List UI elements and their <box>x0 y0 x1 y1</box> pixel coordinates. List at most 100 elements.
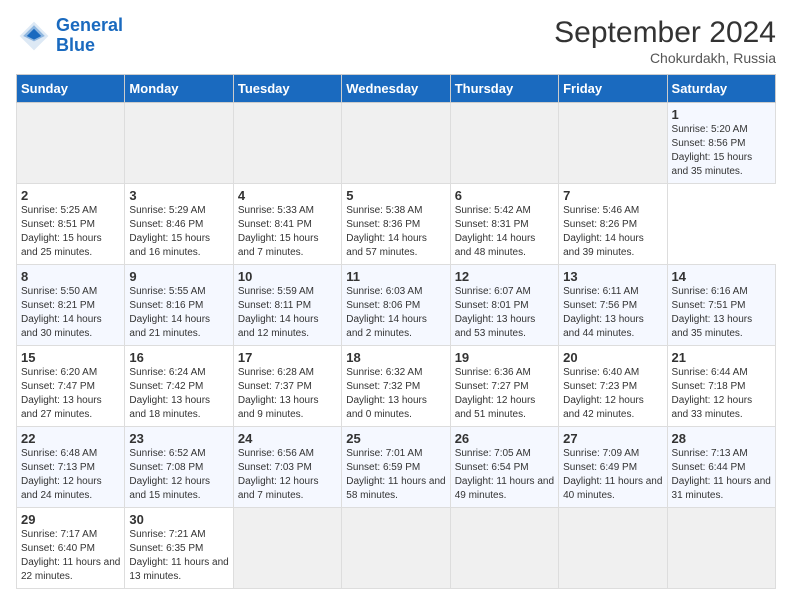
calendar-cell: 6 Sunrise: 5:42 AMSunset: 8:31 PMDaylight… <box>450 184 558 265</box>
day-info: Sunrise: 7:13 AMSunset: 6:44 PMDaylight:… <box>672 448 771 501</box>
calendar-week-row: 22 Sunrise: 6:48 AMSunset: 7:13 PMDayligh… <box>17 427 776 508</box>
logo-icon <box>16 18 52 54</box>
calendar-cell <box>17 103 125 184</box>
calendar-cell: 5Sunrise: 5:38 AMSunset: 8:36 PMDaylight… <box>342 184 450 265</box>
header-thursday: Thursday <box>450 75 558 103</box>
calendar-cell: 17 Sunrise: 6:28 AMSunset: 7:37 PMDayligh… <box>233 346 341 427</box>
header-tuesday: Tuesday <box>233 75 341 103</box>
day-number: 1 <box>672 107 771 122</box>
calendar-cell: 25 Sunrise: 7:01 AMSunset: 6:59 PMDayligh… <box>342 427 450 508</box>
day-number: 18 <box>346 350 445 365</box>
calendar-cell <box>667 508 775 589</box>
calendar-week-row: 2Sunrise: 5:25 AMSunset: 8:51 PMDaylight… <box>17 184 776 265</box>
day-info: Sunrise: 6:52 AMSunset: 7:08 PMDaylight:… <box>129 448 210 501</box>
day-number: 4 <box>238 188 337 203</box>
day-number: 11 <box>346 269 445 284</box>
calendar-week-row: 8Sunrise: 5:50 AMSunset: 8:21 PMDaylight… <box>17 265 776 346</box>
calendar-cell: 14 Sunrise: 6:16 AMSunset: 7:51 PMDayligh… <box>667 265 775 346</box>
day-number: 27 <box>563 431 662 446</box>
calendar-cell: 10 Sunrise: 5:59 AMSunset: 8:11 PMDayligh… <box>233 265 341 346</box>
calendar-cell <box>342 103 450 184</box>
day-info: Sunrise: 6:03 AMSunset: 8:06 PMDaylight:… <box>346 286 427 339</box>
day-number: 6 <box>455 188 554 203</box>
day-info: Sunrise: 6:44 AMSunset: 7:18 PMDaylight:… <box>672 367 753 420</box>
calendar-cell: 13Sunrise: 6:11 AMSunset: 7:56 PMDayligh… <box>559 265 667 346</box>
day-info: Sunrise: 7:17 AMSunset: 6:40 PMDaylight:… <box>21 529 120 582</box>
day-number: 2 <box>21 188 120 203</box>
page-header: GeneralBlue September 2024 Chokurdakh, R… <box>16 16 776 66</box>
calendar-cell: 26 Sunrise: 7:05 AMSunset: 6:54 PMDayligh… <box>450 427 558 508</box>
calendar-cell: 11 Sunrise: 6:03 AMSunset: 8:06 PMDayligh… <box>342 265 450 346</box>
day-info: Sunrise: 6:16 AMSunset: 7:51 PMDaylight:… <box>672 286 753 339</box>
calendar-cell <box>125 103 233 184</box>
day-info: Sunrise: 6:32 AMSunset: 7:32 PMDaylight:… <box>346 367 427 420</box>
day-info: Sunrise: 7:21 AMSunset: 6:35 PMDaylight:… <box>129 529 228 582</box>
day-info: Sunrise: 6:28 AMSunset: 7:37 PMDaylight:… <box>238 367 319 420</box>
day-number: 22 <box>21 431 120 446</box>
calendar-week-row: 15Sunrise: 6:20 AMSunset: 7:47 PMDayligh… <box>17 346 776 427</box>
day-info: Sunrise: 5:29 AMSunset: 8:46 PMDaylight:… <box>129 205 210 258</box>
day-info: Sunrise: 5:59 AMSunset: 8:11 PMDaylight:… <box>238 286 319 339</box>
calendar-cell: 15Sunrise: 6:20 AMSunset: 7:47 PMDayligh… <box>17 346 125 427</box>
day-number: 17 <box>238 350 337 365</box>
calendar-cell: 28 Sunrise: 7:13 AMSunset: 6:44 PMDayligh… <box>667 427 775 508</box>
day-info: Sunrise: 6:56 AMSunset: 7:03 PMDaylight:… <box>238 448 319 501</box>
day-info: Sunrise: 7:01 AMSunset: 6:59 PMDaylight:… <box>346 448 445 501</box>
day-info: Sunrise: 6:07 AMSunset: 8:01 PMDaylight:… <box>455 286 536 339</box>
calendar-cell <box>450 508 558 589</box>
day-info: Sunrise: 5:46 AMSunset: 8:26 PMDaylight:… <box>563 205 644 258</box>
calendar-cell: 1 Sunrise: 5:20 AMSunset: 8:56 PMDaylight… <box>667 103 775 184</box>
page-subtitle: Chokurdakh, Russia <box>554 50 776 66</box>
day-number: 15 <box>21 350 120 365</box>
day-number: 25 <box>346 431 445 446</box>
day-number: 16 <box>129 350 228 365</box>
day-number: 12 <box>455 269 554 284</box>
calendar-cell: 12 Sunrise: 6:07 AMSunset: 8:01 PMDayligh… <box>450 265 558 346</box>
calendar-cell <box>559 103 667 184</box>
day-number: 26 <box>455 431 554 446</box>
day-number: 23 <box>129 431 228 446</box>
day-number: 29 <box>21 512 120 527</box>
header-monday: Monday <box>125 75 233 103</box>
day-info: Sunrise: 5:20 AMSunset: 8:56 PMDaylight:… <box>672 124 753 177</box>
day-info: Sunrise: 7:09 AMSunset: 6:49 PMDaylight:… <box>563 448 662 501</box>
day-number: 21 <box>672 350 771 365</box>
calendar-cell <box>342 508 450 589</box>
calendar-cell: 4 Sunrise: 5:33 AMSunset: 8:41 PMDaylight… <box>233 184 341 265</box>
day-number: 20 <box>563 350 662 365</box>
header-saturday: Saturday <box>667 75 775 103</box>
calendar-header-row: SundayMondayTuesdayWednesdayThursdayFrid… <box>17 75 776 103</box>
day-number: 9 <box>129 269 228 284</box>
title-block: September 2024 Chokurdakh, Russia <box>554 16 776 66</box>
day-number: 3 <box>129 188 228 203</box>
day-number: 14 <box>672 269 771 284</box>
day-info: Sunrise: 5:55 AMSunset: 8:16 PMDaylight:… <box>129 286 210 339</box>
day-info: Sunrise: 5:33 AMSunset: 8:41 PMDaylight:… <box>238 205 319 258</box>
calendar-cell <box>450 103 558 184</box>
calendar-cell: 22 Sunrise: 6:48 AMSunset: 7:13 PMDayligh… <box>17 427 125 508</box>
calendar-cell <box>559 508 667 589</box>
day-number: 5 <box>346 188 445 203</box>
day-number: 10 <box>238 269 337 284</box>
calendar-cell: 29 Sunrise: 7:17 AMSunset: 6:40 PMDayligh… <box>17 508 125 589</box>
calendar-cell: 19Sunrise: 6:36 AMSunset: 7:27 PMDayligh… <box>450 346 558 427</box>
day-info: Sunrise: 7:05 AMSunset: 6:54 PMDaylight:… <box>455 448 554 501</box>
logo: GeneralBlue <box>16 16 123 56</box>
header-friday: Friday <box>559 75 667 103</box>
day-info: Sunrise: 5:50 AMSunset: 8:21 PMDaylight:… <box>21 286 102 339</box>
day-number: 28 <box>672 431 771 446</box>
calendar-table: SundayMondayTuesdayWednesdayThursdayFrid… <box>16 74 776 589</box>
day-number: 7 <box>563 188 662 203</box>
calendar-week-row: 29 Sunrise: 7:17 AMSunset: 6:40 PMDayligh… <box>17 508 776 589</box>
day-number: 30 <box>129 512 228 527</box>
day-info: Sunrise: 6:48 AMSunset: 7:13 PMDaylight:… <box>21 448 102 501</box>
day-number: 13 <box>563 269 662 284</box>
calendar-cell: 30 Sunrise: 7:21 AMSunset: 6:35 PMDayligh… <box>125 508 233 589</box>
header-wednesday: Wednesday <box>342 75 450 103</box>
day-info: Sunrise: 5:42 AMSunset: 8:31 PMDaylight:… <box>455 205 536 258</box>
calendar-cell: 23 Sunrise: 6:52 AMSunset: 7:08 PMDayligh… <box>125 427 233 508</box>
calendar-week-row: 1 Sunrise: 5:20 AMSunset: 8:56 PMDaylight… <box>17 103 776 184</box>
calendar-cell <box>233 103 341 184</box>
calendar-cell: 16Sunrise: 6:24 AMSunset: 7:42 PMDayligh… <box>125 346 233 427</box>
calendar-cell: 21 Sunrise: 6:44 AMSunset: 7:18 PMDayligh… <box>667 346 775 427</box>
